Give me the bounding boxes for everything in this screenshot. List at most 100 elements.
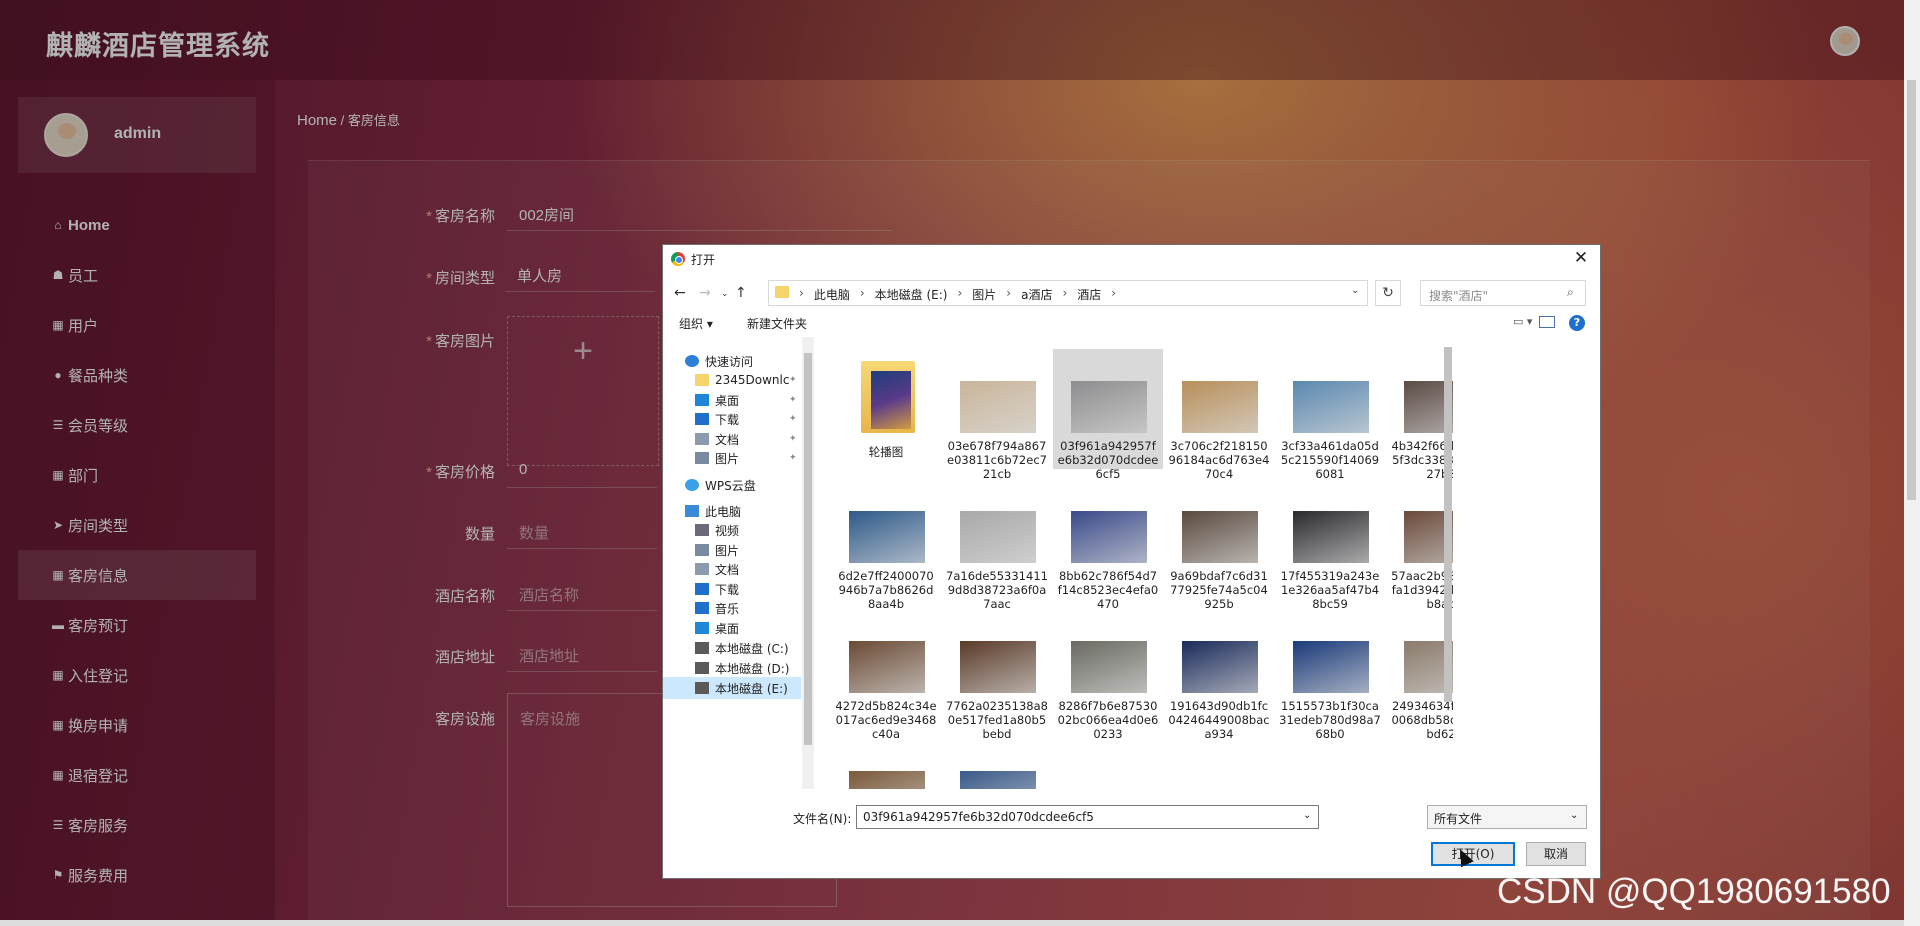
image-thumbnail (849, 511, 925, 563)
drive-icon (695, 662, 709, 674)
nav-item[interactable]: 本地磁盘 (D:) (663, 657, 801, 679)
file-item[interactable]: 191643d90db1fc04246449008baca934 (1164, 609, 1274, 741)
nav-item-label: 文档 (715, 562, 740, 577)
search-icon: ⌕ (1567, 285, 1574, 299)
path-segment[interactable]: a酒店 (1021, 286, 1052, 303)
path-segment[interactable]: 此电脑 (814, 286, 850, 303)
filename-input[interactable]: 03f961a942957fe6b32d070dcdee6cf5 ⌄ (856, 805, 1319, 829)
image-thumbnail (1293, 641, 1369, 693)
image-thumbnail (960, 511, 1036, 563)
nav-item-label: 图片 (715, 543, 740, 558)
watermark: CSDN @QQ1980691580 (1497, 872, 1891, 911)
back-arrow-icon[interactable]: ← (674, 285, 686, 301)
image-thumbnail (1071, 511, 1147, 563)
new-folder-button[interactable]: 新建文件夹 (747, 315, 807, 332)
nav-item[interactable]: 本地磁盘 (C:) (663, 637, 801, 659)
file-name: 8286f7b6e8753002bc066ea4d0e60233 (1057, 699, 1159, 741)
file-item[interactable]: 17f455319a243e1e326aa5af47b48bc59 (1275, 479, 1385, 611)
address-bar[interactable]: › 此电脑 › 本地磁盘 (E:) › 图片 › a酒店 › 酒店 › ⌄ (768, 280, 1368, 306)
nav-scrollbar[interactable] (802, 337, 814, 789)
filetype-select[interactable]: 所有文件 ⌄ (1427, 805, 1587, 829)
page-scrollbar[interactable] (1904, 0, 1920, 926)
filename-label: 文件名(N): (793, 812, 852, 826)
folder-item[interactable]: 轮播图 (831, 349, 941, 469)
pin-icon: ✦ (789, 453, 797, 463)
path-separator-icon[interactable]: › (1111, 286, 1116, 303)
file-item[interactable]: 3cf33a461da05d5c215590f140696081 (1275, 349, 1385, 481)
address-breadcrumb: › 此电脑 › 本地磁盘 (E:) › 图片 › a酒店 › 酒店 › (799, 286, 1116, 303)
page-scrollbar-horizontal[interactable] (0, 920, 1904, 926)
nav-item[interactable]: 图片 ✦ (663, 447, 801, 469)
path-separator-icon[interactable]: › (799, 286, 804, 303)
file-item[interactable] (942, 739, 1052, 789)
path-segment[interactable]: 图片 (972, 286, 996, 303)
file-name: 7762a0235138a80e517fed1a80b5bebd (946, 699, 1048, 741)
doc-icon (695, 433, 709, 445)
search-input[interactable]: 搜索"酒店" ⌕ (1420, 280, 1586, 306)
nav-item-label: 文档 (715, 432, 740, 447)
file-item[interactable]: 9a69bdaf7c6d3177925fe74a5c04925b (1164, 479, 1274, 611)
pin-icon: ✦ (789, 414, 797, 424)
chevron-down-icon: ⌄ (1570, 810, 1579, 821)
file-item[interactable]: 6d2e7ff2400070946b7a7b8626d8aa4b (831, 479, 941, 611)
file-item[interactable] (831, 739, 941, 789)
file-item[interactable]: 3c706c2f21815096184ac6d763e470c4 (1164, 349, 1274, 481)
music-icon (695, 602, 709, 614)
chevron-down-icon[interactable]: ⌄ (1351, 285, 1359, 296)
path-separator-icon[interactable]: › (1006, 286, 1011, 303)
search-placeholder: 搜索"酒店" (1429, 289, 1489, 303)
close-icon[interactable]: ✕ (1569, 247, 1593, 269)
nav-item-label: 桌面 (715, 393, 740, 408)
nav-item-label: 下载 (715, 582, 740, 597)
image-thumbnail (1071, 641, 1147, 693)
file-item[interactable]: 8286f7b6e8753002bc066ea4d0e60233 (1053, 609, 1163, 741)
nav-item[interactable]: 2345Downlc ✦ (663, 369, 801, 391)
file-scrollbar[interactable] (1441, 337, 1455, 789)
path-separator-icon[interactable]: › (860, 286, 865, 303)
nav-item[interactable]: 下载 ✦ (663, 408, 801, 430)
file-name: 17f455319a243e1e326aa5af47b48bc59 (1280, 569, 1380, 611)
nav-item-label: 本地磁盘 (E:) (715, 681, 788, 696)
path-segment[interactable]: 酒店 (1077, 286, 1101, 303)
image-thumbnail (960, 381, 1036, 433)
nav-item[interactable]: 本地磁盘 (E:) (663, 677, 801, 699)
forward-arrow-icon[interactable]: → (699, 285, 711, 301)
chrome-icon (671, 252, 685, 266)
image-thumbnail (960, 771, 1036, 789)
preview-pane-icon[interactable] (1539, 316, 1555, 328)
pic-icon (695, 544, 709, 556)
cancel-button[interactable]: 取消 (1526, 842, 1586, 866)
file-item[interactable]: 4272d5b824c34e017ac6ed9e3468c40a (831, 609, 941, 741)
help-icon[interactable]: ? (1569, 315, 1585, 331)
file-item[interactable]: 8bb62c786f54d7f14c8523ec4efa0470 (1053, 479, 1163, 611)
file-item[interactable]: 7a16de553314119d8d38723a6f0a7aac (942, 479, 1052, 611)
cloud-icon (685, 479, 699, 491)
file-item[interactable]: 1515573b1f30ca31edeb780d98a768b0 (1275, 609, 1385, 741)
chevron-down-icon[interactable]: ⌄ (1303, 810, 1311, 821)
up-arrow-icon[interactable]: ↑ (735, 285, 747, 301)
file-name: 6d2e7ff2400070946b7a7b8626d8aa4b (838, 569, 934, 611)
file-item[interactable]: 7762a0235138a80e517fed1a80b5bebd (942, 609, 1052, 741)
file-list: 轮播图 03e678f794a867e03811c6b72ec721cb 03f96… (821, 337, 1453, 789)
file-item[interactable]: 03f961a942957fe6b32d070dcdee6cf5 (1053, 349, 1163, 481)
pin-icon: ✦ (789, 434, 797, 444)
organize-button[interactable]: 组织 ▾ (679, 315, 713, 332)
file-name: 3c706c2f21815096184ac6d763e470c4 (1168, 439, 1270, 481)
open-button[interactable]: 打开(O) (1431, 842, 1515, 866)
pin-icon: ✦ (789, 395, 797, 405)
path-separator-icon[interactable]: › (957, 286, 962, 303)
nav-item[interactable]: 视频 (663, 519, 801, 541)
path-separator-icon[interactable]: › (1062, 286, 1067, 303)
nav-item[interactable]: 音乐 (663, 597, 801, 619)
recent-chevron-icon[interactable]: ⌄ (721, 289, 729, 299)
nav-item[interactable]: WPS云盘 (663, 474, 801, 496)
view-options-icon[interactable]: ▭ ▾ (1513, 315, 1535, 329)
file-name: 9a69bdaf7c6d3177925fe74a5c04925b (1170, 569, 1268, 611)
refresh-icon[interactable]: ↻ (1375, 280, 1401, 306)
nav-item[interactable]: 文档 (663, 558, 801, 580)
path-segment[interactable]: 本地磁盘 (E:) (875, 286, 948, 303)
file-item[interactable]: 03e678f794a867e03811c6b72ec721cb (942, 349, 1052, 481)
nav-item[interactable]: 桌面 (663, 617, 801, 639)
download-icon (695, 413, 709, 425)
video-icon (695, 524, 709, 536)
